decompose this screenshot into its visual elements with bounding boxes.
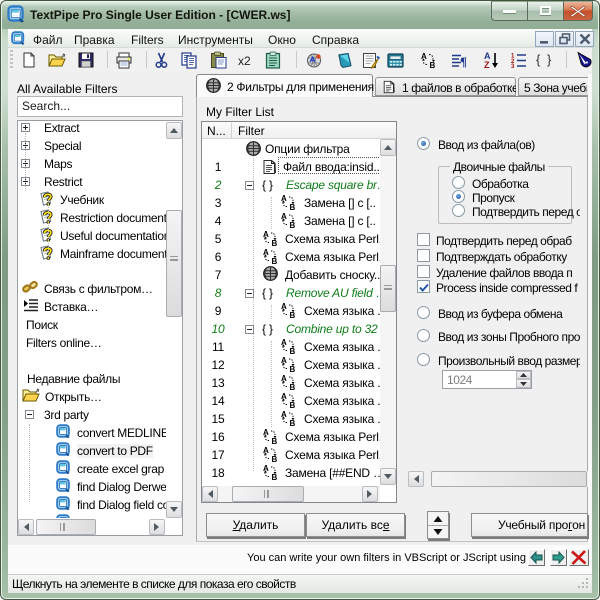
svg-text:¶: ¶ [460,54,467,68]
svg-text:Z: Z [484,60,490,69]
svg-text:B: B [430,61,436,69]
svg-text:3: 3 [511,64,515,68]
